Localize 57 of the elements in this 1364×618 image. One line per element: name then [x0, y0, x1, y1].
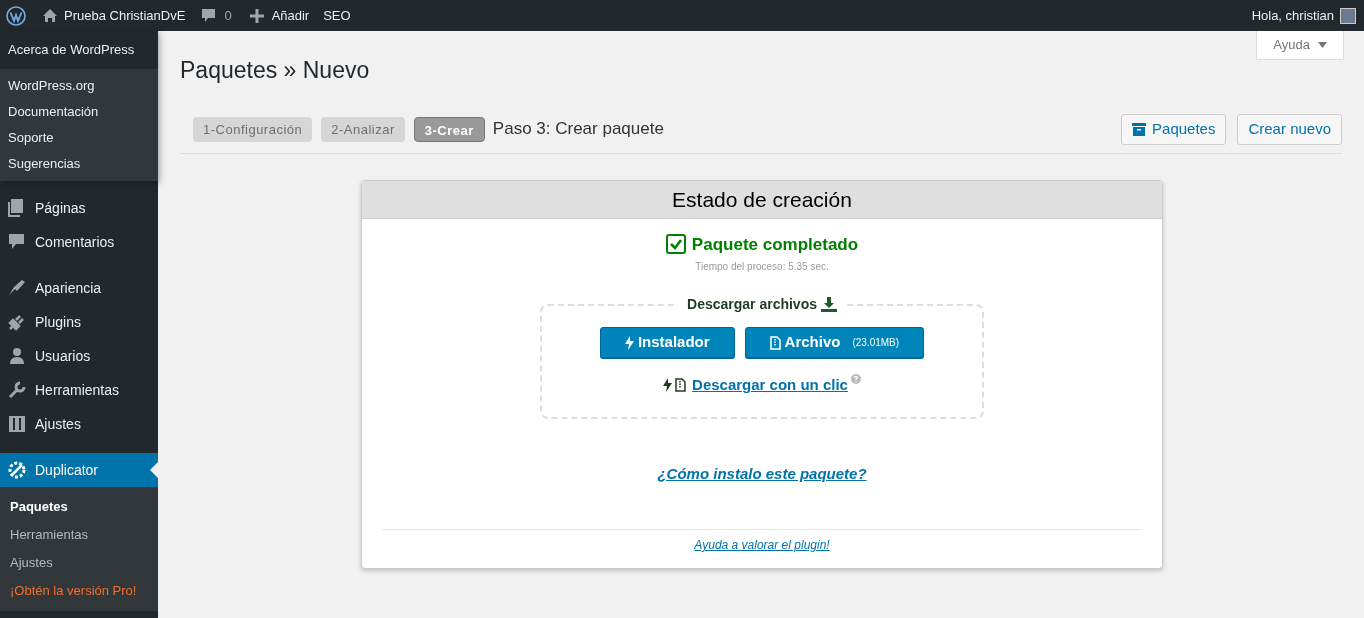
status-text: Paquete completado [691, 233, 859, 256]
menu-icon [7, 414, 27, 434]
menu-item[interactable]: Documentación [0, 99, 158, 125]
plus-icon [249, 8, 264, 23]
download-button[interactable]: Instalador [599, 327, 735, 358]
menu-item[interactable]: Soporte [0, 125, 158, 151]
avatar-placeholder [1340, 7, 1356, 24]
menu-icon [7, 346, 27, 366]
help-button[interactable]: Ayuda [1256, 31, 1344, 60]
sidebar-item[interactable]: Plugins [0, 305, 158, 339]
download-button[interactable]: Archivo (23.01MB) [744, 327, 925, 358]
help-icon [850, 374, 861, 384]
step-caption: Paso 3: Crear paquete [492, 118, 664, 141]
menu-header-item[interactable]: Acerca de WordPress [0, 31, 158, 69]
archive-box-icon [1132, 122, 1147, 136]
menu-icon [7, 278, 27, 298]
submenu-item[interactable]: Herramientas [0, 521, 158, 549]
lightning-bolt-icon [624, 335, 634, 350]
seo-link[interactable]: SEO [323, 5, 351, 26]
zip-file-icon [675, 378, 687, 393]
process-time: Tiempo del proceso: 5.35 sec. [695, 260, 829, 274]
sidebar-item[interactable]: Ajustes [0, 407, 158, 441]
checkbox-checked-icon [665, 234, 686, 255]
sidebar-item[interactable]: Usuarios [0, 339, 158, 373]
caret-icon [1318, 42, 1327, 48]
menu-icon [7, 312, 27, 332]
menu-pointer-icon [150, 462, 158, 478]
sidebar-item[interactable]: Páginas [0, 191, 158, 225]
submenu-item[interactable]: ¡Obtén la versión Pro! [0, 577, 158, 605]
one-click-download-link[interactable]: Descargar con un clic [692, 374, 848, 397]
menu-item[interactable]: Sugerencias [0, 151, 158, 177]
file-size: (23.01MB) [852, 336, 900, 350]
download-legend: Descargar archivos [687, 294, 817, 315]
install-help-link[interactable]: ¿Cómo instalo este paquete? [657, 462, 867, 485]
add-new-link[interactable]: Añadir [249, 5, 310, 26]
page-title: Paquetes » Nuevo [180, 56, 370, 85]
download-icon [821, 297, 837, 312]
submenu-item[interactable]: Ajustes [0, 549, 158, 577]
wordpress-logo-icon [6, 5, 26, 26]
comments-link[interactable]: 0 [201, 5, 232, 26]
account-link[interactable]: Hola, christian [1251, 5, 1356, 26]
site-name-link[interactable]: Prueba ChristianDvE [42, 5, 186, 26]
card-title: Estado de creación [362, 180, 1162, 219]
menu-icon [7, 380, 27, 400]
zip-file-icon [769, 335, 781, 350]
sidebar-item[interactable]: Herramientas [0, 373, 158, 407]
header-button[interactable]: Crear nuevo [1237, 113, 1342, 145]
sidebar-item[interactable]: Apariencia [0, 271, 158, 305]
submenu-item[interactable]: Paquetes [0, 493, 158, 521]
sidebar-item[interactable]: Duplicator [0, 453, 158, 487]
rate-plugin-link[interactable]: Ayuda a valorar el plugin! [694, 536, 830, 554]
home-icon [42, 8, 58, 23]
sidebar-item[interactable]: Comentarios [0, 225, 158, 259]
header-button[interactable]: Paquetes [1121, 113, 1227, 145]
lightning-bolt-icon [663, 378, 673, 393]
menu-item[interactable]: WordPress.org [0, 73, 158, 99]
speech-bubble-icon [201, 8, 217, 23]
